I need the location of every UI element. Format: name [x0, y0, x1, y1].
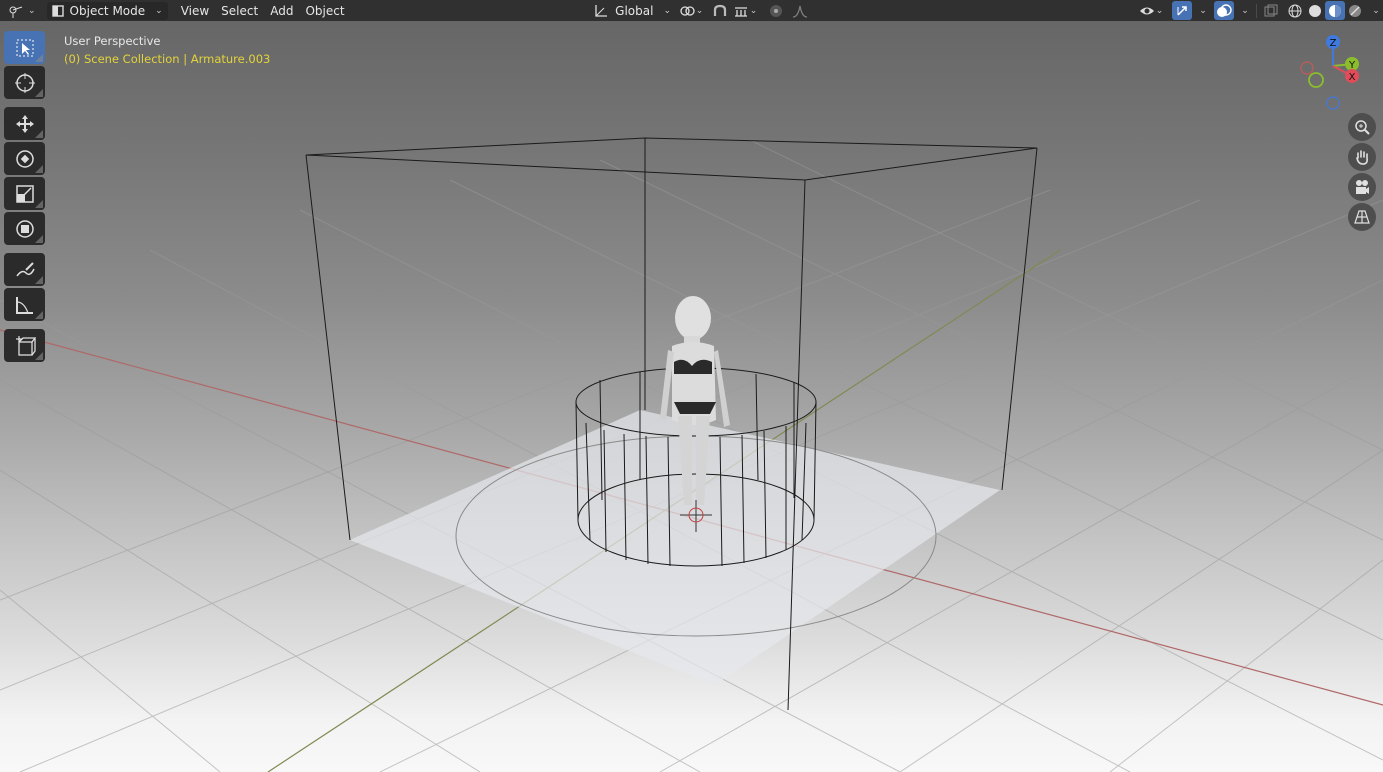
zoom-icon [1355, 120, 1370, 135]
wireframe-sphere-icon [1288, 4, 1302, 17]
camera-view-button[interactable] [1348, 173, 1376, 201]
add-cube-icon [15, 335, 36, 356]
perspective-toggle-button[interactable] [1348, 203, 1376, 231]
pivot-point-button[interactable]: ⌄ [676, 1, 706, 20]
viewport-scene [0, 137, 1383, 772]
menu-select[interactable]: Select [216, 1, 263, 20]
shading-wireframe[interactable] [1285, 1, 1305, 20]
camera-icon [1356, 180, 1369, 194]
annotate-tool[interactable] [4, 253, 45, 286]
chevron-down-icon: ⌄ [1155, 5, 1164, 16]
xray-icon [1264, 4, 1278, 16]
scale-tool[interactable] [4, 177, 45, 210]
transform-icon [15, 219, 34, 238]
chevron-down-icon: ⌄ [695, 5, 704, 16]
chevron-down-icon: ⌄ [28, 5, 36, 16]
orientation-axes-icon [595, 4, 608, 17]
chevron-down-icon: ⌄ [663, 5, 671, 16]
active-collection-label: (0) Scene Collection | Armature.003 [64, 52, 271, 66]
eye-icon [1139, 7, 1154, 14]
orientation-label: Global [615, 3, 654, 18]
gizmo-options[interactable]: ⌄ [1192, 1, 1210, 20]
tool-shelf [4, 31, 47, 364]
chevron-down-icon: ⌄ [749, 5, 758, 16]
falloff-select[interactable] [786, 1, 814, 20]
menu-object[interactable]: Object [300, 1, 349, 20]
rotate-icon [15, 149, 34, 168]
gizmo-icon [1177, 5, 1187, 16]
transform-tool[interactable] [4, 212, 45, 245]
proportional-editing-icon [770, 4, 782, 17]
3d-cursor-icon [14, 72, 35, 93]
zoom-button[interactable] [1348, 113, 1376, 141]
snap-toggle[interactable] [710, 1, 730, 20]
select-box-tool[interactable] [4, 31, 45, 64]
viewport-info: User Perspective (0) Scene Collection | … [64, 32, 270, 68]
overlay-toggle[interactable] [1214, 1, 1234, 20]
move-arrows-icon [15, 114, 34, 133]
falloff-curve-icon [792, 5, 808, 18]
editor-type-button[interactable]: ⌄ [0, 1, 41, 20]
mode-label: Object Mode [69, 3, 146, 18]
chevron-down-icon: ⌄ [1241, 5, 1249, 16]
chevron-down-icon: ⌄ [155, 5, 163, 16]
scale-icon [15, 184, 34, 203]
rotate-tool[interactable] [4, 142, 45, 175]
gizmo-toggle[interactable] [1172, 1, 1192, 20]
magnet-icon [713, 4, 727, 16]
z-axis-label: Z [1330, 38, 1337, 49]
pivot-point-icon [680, 5, 695, 16]
viewport-header: ⌄ Object Mode ⌄ View Select Add Object G… [0, 0, 1383, 21]
x-axis-label: X [1349, 72, 1356, 83]
menu-view[interactable]: View [176, 1, 214, 20]
rendered-sphere-icon [1349, 4, 1361, 17]
move-tool[interactable] [4, 107, 45, 140]
material-sphere-icon [1329, 4, 1341, 17]
shading-options[interactable]: ⌄ [1365, 1, 1383, 20]
chevron-down-icon: ⌄ [1372, 5, 1380, 16]
ruler-icon [15, 296, 33, 314]
snap-increment-icon [734, 6, 747, 17]
menu-add[interactable]: Add [265, 1, 298, 20]
pan-button[interactable] [1348, 143, 1376, 171]
solid-sphere-icon [1309, 4, 1321, 17]
overlay-icon [1217, 3, 1232, 17]
xray-toggle[interactable] [1261, 1, 1281, 20]
add-cube-tool[interactable] [4, 329, 45, 362]
cursor-tool[interactable] [4, 66, 45, 99]
shading-solid[interactable] [1305, 1, 1325, 20]
shading-material-preview[interactable] [1325, 1, 1345, 20]
view-name: User Perspective [64, 34, 161, 48]
mode-select[interactable]: Object Mode ⌄ [46, 1, 168, 20]
3d-viewport[interactable]: User Perspective (0) Scene Collection | … [0, 0, 1383, 772]
perspective-grid-icon [1354, 210, 1370, 224]
navigation-gizmo[interactable]: Z Y X [1295, 30, 1375, 120]
3d-viewport-icon [9, 6, 23, 18]
hand-pan-icon [1356, 150, 1368, 165]
shading-rendered[interactable] [1345, 1, 1365, 20]
measure-tool[interactable] [4, 288, 45, 321]
visibility-select[interactable]: ⌄ [1136, 1, 1166, 20]
snap-target-select[interactable]: ⌄ [730, 1, 760, 20]
proportional-editing-toggle[interactable] [766, 1, 786, 20]
overlay-options[interactable]: ⌄ [1234, 1, 1252, 20]
chevron-down-icon: ⌄ [1199, 5, 1207, 16]
select-cursor-icon [16, 39, 33, 56]
pencil-icon [15, 261, 35, 276]
transform-orientation-select[interactable]: Global ⌄ [588, 1, 676, 20]
object-mode-icon [51, 4, 64, 17]
